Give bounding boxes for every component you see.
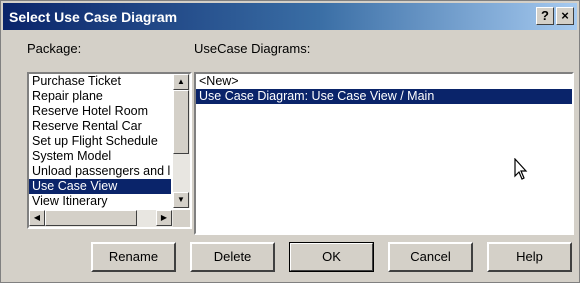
help-button[interactable]: Help [487, 242, 572, 272]
package-vertical-scrollbar[interactable]: ▲ ▼ [173, 74, 190, 208]
window-title: Select Use Case Diagram [9, 9, 178, 25]
diagram-list-item[interactable]: Use Case Diagram: Use Case View / Main [196, 89, 572, 104]
close-button[interactable]: × [556, 7, 574, 25]
usecase-diagrams-list[interactable]: <New> Use Case Diagram: Use Case View / M… [194, 72, 574, 235]
mouse-pointer-icon [514, 158, 528, 180]
package-list-item[interactable]: Set up Flight Schedule [29, 134, 171, 149]
package-label: Package: [27, 41, 82, 56]
package-list-item[interactable]: Reserve Hotel Room [29, 104, 171, 119]
package-list[interactable]: Purchase Ticket Repair plane Reserve Hotel… [27, 72, 192, 229]
arrow-down-icon[interactable]: ▼ [173, 192, 189, 208]
package-list-item[interactable]: Unload passengers and l [29, 164, 171, 179]
horizontal-scroll-thumb[interactable] [45, 210, 137, 226]
package-list-item[interactable]: Use Case View [29, 179, 171, 194]
help-title-button[interactable]: ? [536, 7, 554, 25]
usecase-diagrams-label: UseCase Diagrams: [194, 41, 311, 56]
usecase-diagrams-items: <New> Use Case Diagram: Use Case View / M… [196, 74, 572, 104]
arrow-left-icon[interactable]: ◀ [29, 210, 45, 226]
diagram-list-item[interactable]: <New> [196, 74, 572, 89]
delete-button[interactable]: Delete [190, 242, 275, 272]
select-use-case-diagram-dialog: Select Use Case Diagram ? × Package: Use… [0, 0, 580, 283]
rename-button[interactable]: Rename [91, 242, 176, 272]
cancel-button[interactable]: Cancel [388, 242, 473, 272]
package-list-item[interactable]: Repair plane [29, 89, 171, 104]
package-list-item[interactable]: System Model [29, 149, 171, 164]
vertical-scroll-thumb[interactable] [173, 90, 189, 154]
scrollbar-corner [173, 210, 190, 227]
package-list-items: Purchase Ticket Repair plane Reserve Hotel… [29, 74, 171, 209]
arrow-right-icon[interactable]: ▶ [156, 210, 172, 226]
title-bar[interactable]: Select Use Case Diagram ? × [3, 3, 577, 30]
package-horizontal-scrollbar[interactable]: ◀ ▶ [29, 210, 173, 227]
package-list-item[interactable]: Purchase Ticket [29, 74, 171, 89]
package-list-item[interactable]: Reserve Rental Car [29, 119, 171, 134]
ok-button[interactable]: OK [289, 242, 374, 272]
package-list-item[interactable]: View Itinerary [29, 194, 171, 209]
arrow-up-icon[interactable]: ▲ [173, 74, 189, 90]
